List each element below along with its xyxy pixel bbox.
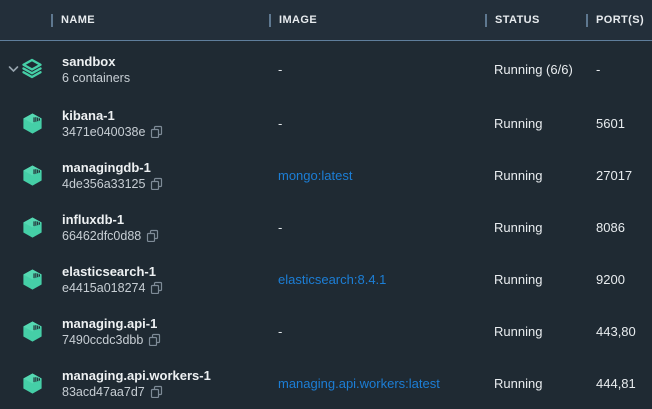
- container-cube-icon: [20, 320, 44, 343]
- column-separator: [51, 14, 53, 27]
- column-header-image-label: IMAGE: [279, 14, 317, 26]
- name-text-block: kibana-13471e040038e: [62, 107, 163, 140]
- container-subtitle: 6 containers: [62, 70, 130, 86]
- container-id: 66462dfc0d88: [62, 228, 141, 244]
- name-cell: sandbox6 containers: [0, 53, 269, 86]
- name-text-block: influxdb-166462dfc0d88: [62, 211, 159, 244]
- name-text-block: elasticsearch-1e4415a018274: [62, 263, 163, 296]
- column-header-ports-label: PORT(S): [596, 14, 644, 26]
- name-cell: influxdb-166462dfc0d88: [0, 211, 269, 244]
- image-cell: -: [269, 62, 485, 77]
- ports-text: 27017: [586, 168, 652, 183]
- status-text: Running: [485, 116, 586, 131]
- container-row[interactable]: managing.api-17490ccdc3dbb - Running443,80: [0, 305, 652, 357]
- container-subtitle: 66462dfc0d88: [62, 228, 159, 244]
- status-text: Running: [485, 324, 586, 339]
- container-cube-icon: [20, 112, 44, 135]
- column-header-ports: PORT(S): [586, 14, 652, 27]
- layers-icon: [20, 57, 44, 81]
- container-count: 6 containers: [62, 70, 130, 86]
- ports-text: 5601: [586, 116, 652, 131]
- group-row[interactable]: sandbox6 containers-Running (6/6)-: [0, 41, 652, 97]
- container-row[interactable]: influxdb-166462dfc0d88 - Running8086: [0, 201, 652, 253]
- image-cell: managing.api.workers:latest: [269, 376, 485, 391]
- status-text: Running: [485, 376, 586, 391]
- copy-icon[interactable]: [150, 125, 163, 138]
- container-name-link[interactable]: kibana-1: [62, 107, 163, 124]
- container-subtitle: 3471e040038e: [62, 124, 163, 140]
- ports-text: -: [586, 62, 652, 77]
- image-text: -: [278, 116, 282, 131]
- chevron-down-icon[interactable]: [8, 65, 20, 73]
- image-cell: mongo:latest: [269, 168, 485, 183]
- column-header-image: IMAGE: [269, 14, 485, 27]
- container-cube-icon: [20, 372, 44, 395]
- ports-text: 444,81: [586, 376, 652, 391]
- container-name-link[interactable]: elasticsearch-1: [62, 263, 163, 280]
- column-header-name-label: NAME: [61, 14, 95, 26]
- image-text: -: [278, 324, 282, 339]
- name-cell: kibana-13471e040038e: [0, 107, 269, 140]
- container-cube-icon: [20, 164, 44, 187]
- copy-icon[interactable]: [150, 177, 163, 190]
- container-cube-icon: [20, 268, 44, 291]
- container-subtitle: 4de356a33125: [62, 176, 163, 192]
- copy-icon[interactable]: [150, 281, 163, 294]
- copy-icon[interactable]: [148, 333, 161, 346]
- status-text: Running: [485, 272, 586, 287]
- container-subtitle: 7490ccdc3dbb: [62, 332, 161, 348]
- container-name-link[interactable]: managing.api.workers-1: [62, 367, 211, 384]
- table-header: NAME IMAGE STATUS PORT(S): [0, 0, 652, 41]
- status-text: Running (6/6): [485, 62, 586, 77]
- table-body: sandbox6 containers-Running (6/6)-kibana…: [0, 41, 652, 409]
- image-cell: -: [269, 116, 485, 131]
- container-id: 7490ccdc3dbb: [62, 332, 143, 348]
- name-cell: managing.api-17490ccdc3dbb: [0, 315, 269, 348]
- name-cell: managingdb-14de356a33125: [0, 159, 269, 192]
- copy-icon[interactable]: [150, 385, 163, 398]
- container-name-link[interactable]: sandbox: [62, 53, 130, 70]
- column-header-status: STATUS: [485, 14, 586, 27]
- image-cell: elasticsearch:8.4.1: [269, 272, 485, 287]
- column-header-name: NAME: [0, 14, 269, 27]
- container-subtitle: 83acd47aa7d7: [62, 384, 211, 400]
- name-text-block: managing.api-17490ccdc3dbb: [62, 315, 161, 348]
- ports-text: 443,80: [586, 324, 652, 339]
- container-row[interactable]: kibana-13471e040038e - Running5601: [0, 97, 652, 149]
- container-row[interactable]: elasticsearch-1e4415a018274elasticsearch…: [0, 253, 652, 305]
- container-subtitle: e4415a018274: [62, 280, 163, 296]
- ports-text: 8086: [586, 220, 652, 235]
- container-name-link[interactable]: managingdb-1: [62, 159, 163, 176]
- containers-table: NAME IMAGE STATUS PORT(S) sandbox6 conta…: [0, 0, 652, 405]
- column-separator: [586, 14, 588, 27]
- image-text: -: [278, 220, 282, 235]
- column-header-status-label: STATUS: [495, 14, 540, 26]
- name-text-block: managing.api.workers-183acd47aa7d7: [62, 367, 211, 400]
- container-row[interactable]: managing.api.workers-183acd47aa7d7managi…: [0, 357, 652, 409]
- copy-icon[interactable]: [146, 229, 159, 242]
- image-cell: -: [269, 324, 485, 339]
- image-text: -: [278, 62, 282, 77]
- name-text-block: sandbox6 containers: [62, 53, 130, 86]
- container-id: e4415a018274: [62, 280, 145, 296]
- container-name-link[interactable]: influxdb-1: [62, 211, 159, 228]
- name-text-block: managingdb-14de356a33125: [62, 159, 163, 192]
- image-link[interactable]: managing.api.workers:latest: [278, 376, 440, 391]
- column-separator: [485, 14, 487, 27]
- ports-text: 9200: [586, 272, 652, 287]
- status-text: Running: [485, 220, 586, 235]
- name-cell: managing.api.workers-183acd47aa7d7: [0, 367, 269, 400]
- name-cell: elasticsearch-1e4415a018274: [0, 263, 269, 296]
- container-id: 83acd47aa7d7: [62, 384, 145, 400]
- column-separator: [269, 14, 271, 27]
- image-link[interactable]: elasticsearch:8.4.1: [278, 272, 386, 287]
- container-cube-icon: [20, 216, 44, 239]
- image-cell: -: [269, 220, 485, 235]
- image-link[interactable]: mongo:latest: [278, 168, 352, 183]
- container-row[interactable]: managingdb-14de356a33125 mongo:latest Runn…: [0, 149, 652, 201]
- container-name-link[interactable]: managing.api-1: [62, 315, 161, 332]
- status-text: Running: [485, 168, 586, 183]
- container-id: 4de356a33125: [62, 176, 145, 192]
- container-id: 3471e040038e: [62, 124, 145, 140]
